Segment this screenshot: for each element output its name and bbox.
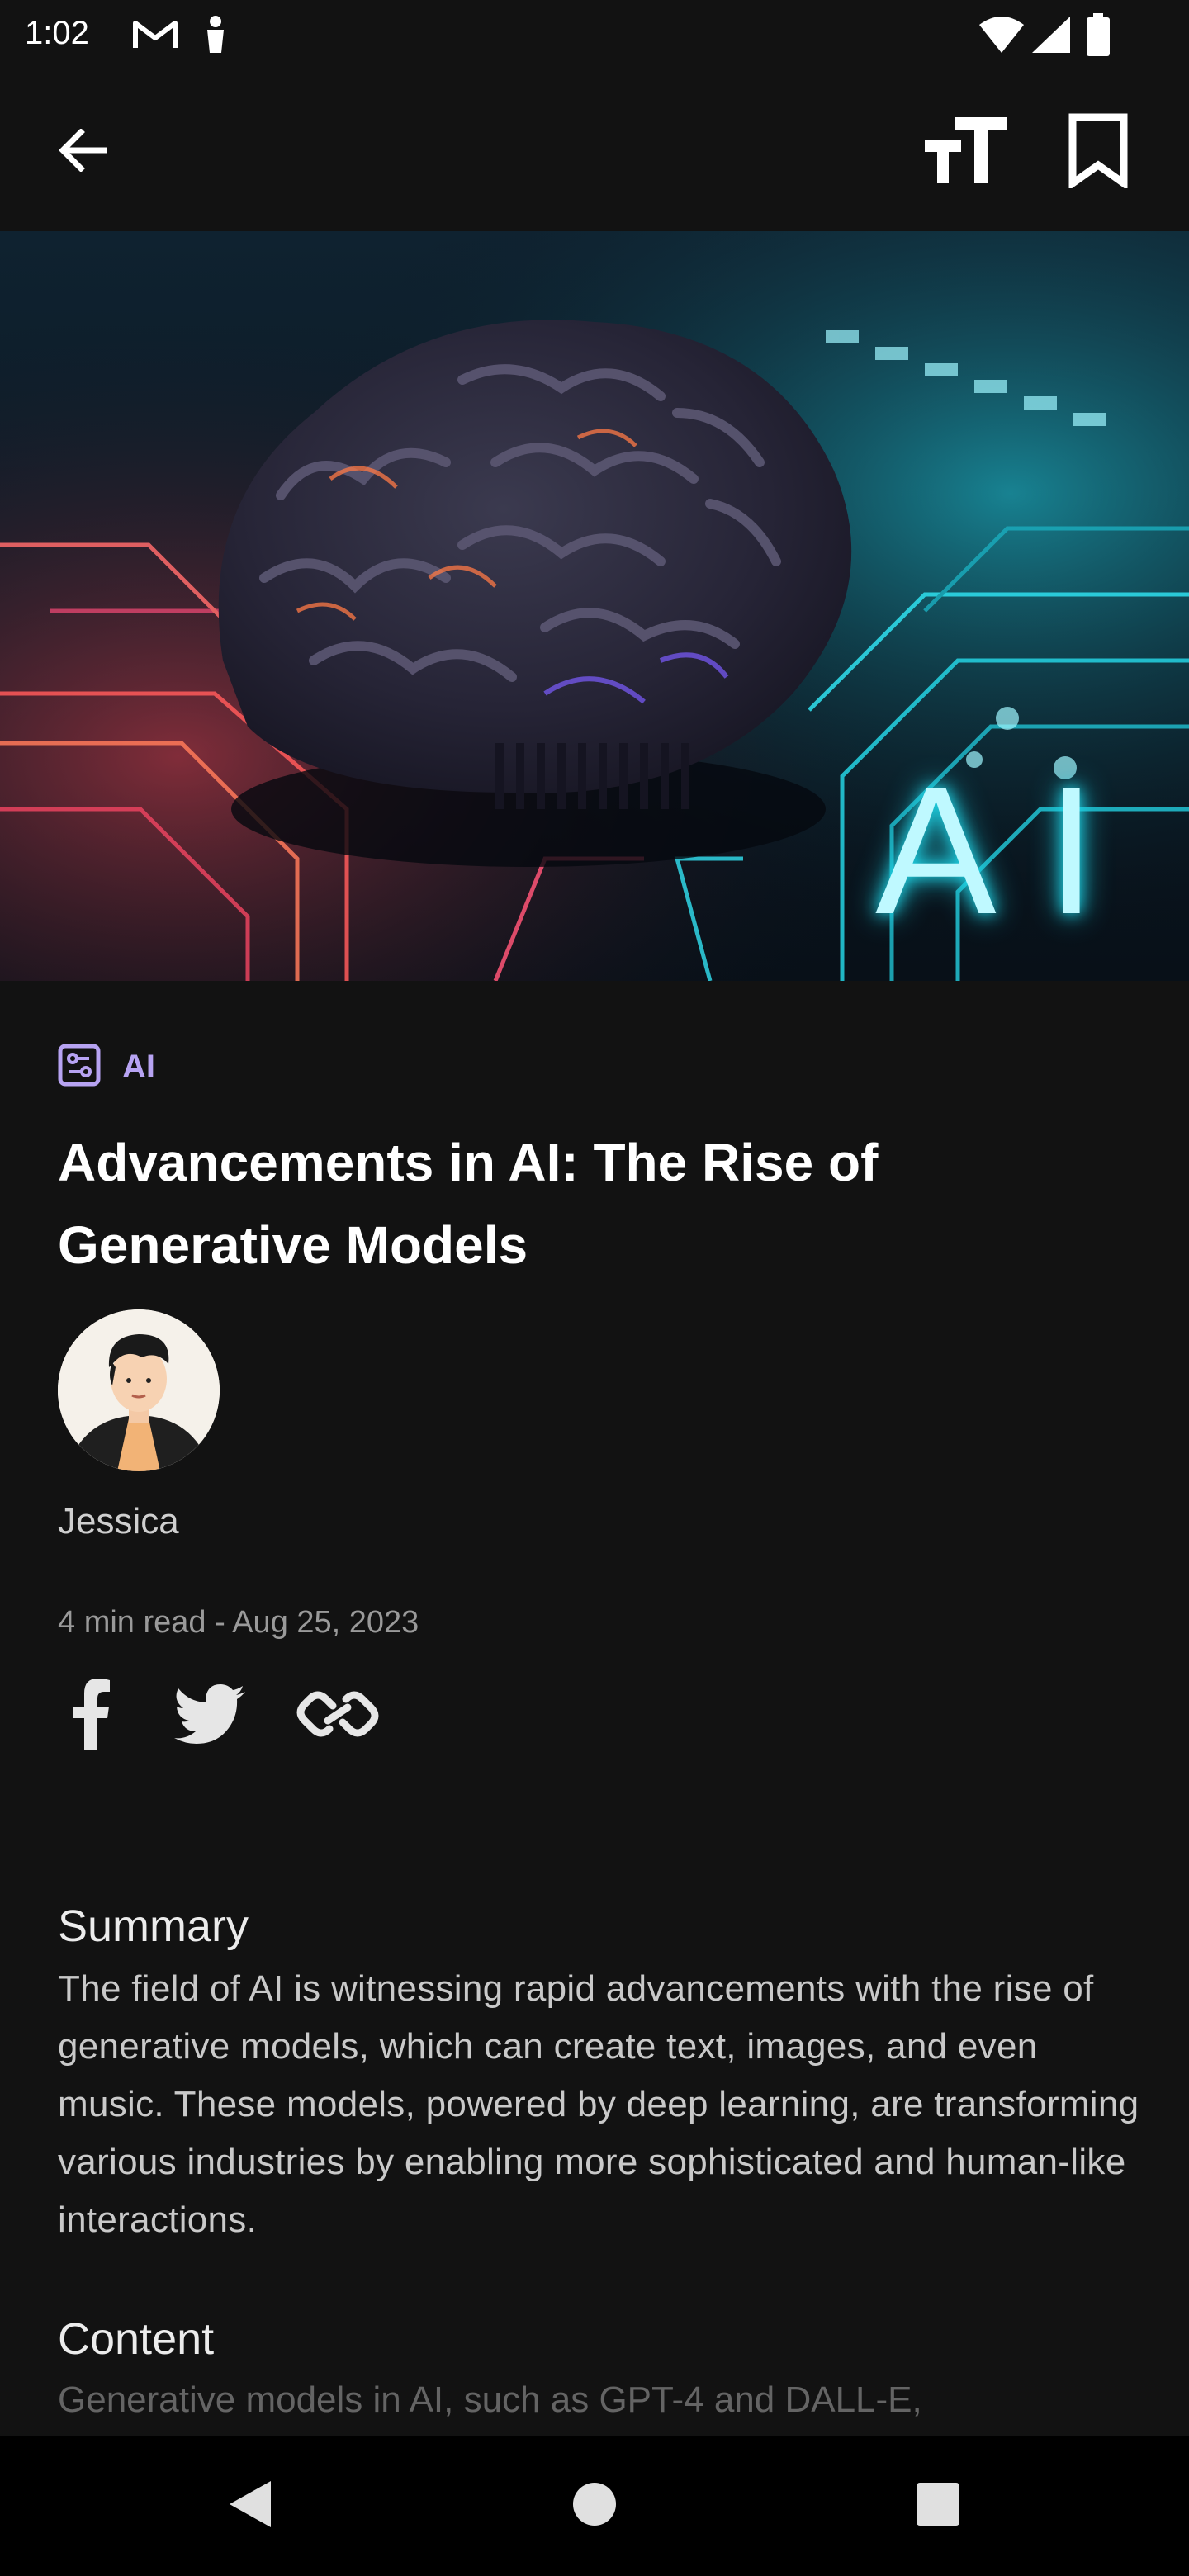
- circle-home-icon: [572, 2482, 617, 2531]
- copy-link-button[interactable]: [292, 1674, 383, 1757]
- avatar[interactable]: [58, 1309, 220, 1471]
- hero-image: AI: [0, 231, 1189, 981]
- category-icon: [58, 1044, 101, 1091]
- notification-icon: [203, 15, 228, 59]
- article-meta: 4 min read - Aug 25, 2023: [58, 1605, 419, 1640]
- facebook-icon: [71, 1678, 111, 1754]
- system-nav-bar: [0, 2436, 1189, 2576]
- status-time: 1:02: [25, 15, 89, 51]
- signal-icon: [1032, 17, 1070, 57]
- battery-icon: [1087, 13, 1110, 60]
- nav-recents-button[interactable]: [872, 2436, 1004, 2576]
- bookmark-icon: [1068, 112, 1129, 192]
- summary-text: The field of AI is witnessing rapid adva…: [58, 1968, 1139, 2240]
- nav-home-button[interactable]: [528, 2436, 661, 2576]
- text-size-icon: [925, 116, 1007, 187]
- wifi-icon: [979, 17, 1024, 57]
- back-button[interactable]: [33, 106, 132, 198]
- article-title: Advancements in AI: The Rise of Generati…: [58, 1133, 879, 1275]
- app-bar: [0, 73, 1189, 231]
- link-icon: [295, 1681, 381, 1751]
- share-facebook-button[interactable]: [58, 1674, 124, 1757]
- summary-heading: Summary: [58, 1901, 249, 1951]
- triangle-back-icon: [226, 2479, 272, 2533]
- square-recents-icon: [916, 2482, 960, 2531]
- hero-ai-text: AI: [875, 749, 1146, 952]
- share-twitter-button[interactable]: [170, 1674, 249, 1757]
- status-bar: 1:02: [0, 0, 1189, 73]
- article: AI Advancements in AI: The Rise of Gener…: [0, 981, 1189, 2436]
- category-label: AI: [122, 1048, 155, 1085]
- bookmark-button[interactable]: [1049, 106, 1148, 198]
- author-name[interactable]: Jessica: [58, 1501, 179, 1542]
- nav-back-button[interactable]: [183, 2436, 315, 2576]
- gmail-icon: [132, 18, 178, 55]
- arrow-left-icon: [58, 127, 109, 176]
- category-tag[interactable]: AI: [58, 1044, 155, 1090]
- content-text: Generative models in AI, such as GPT-4 a…: [58, 2379, 922, 2420]
- twitter-icon: [174, 1683, 245, 1748]
- content-heading: Content: [58, 2314, 215, 2364]
- text-size-button[interactable]: [917, 106, 1016, 198]
